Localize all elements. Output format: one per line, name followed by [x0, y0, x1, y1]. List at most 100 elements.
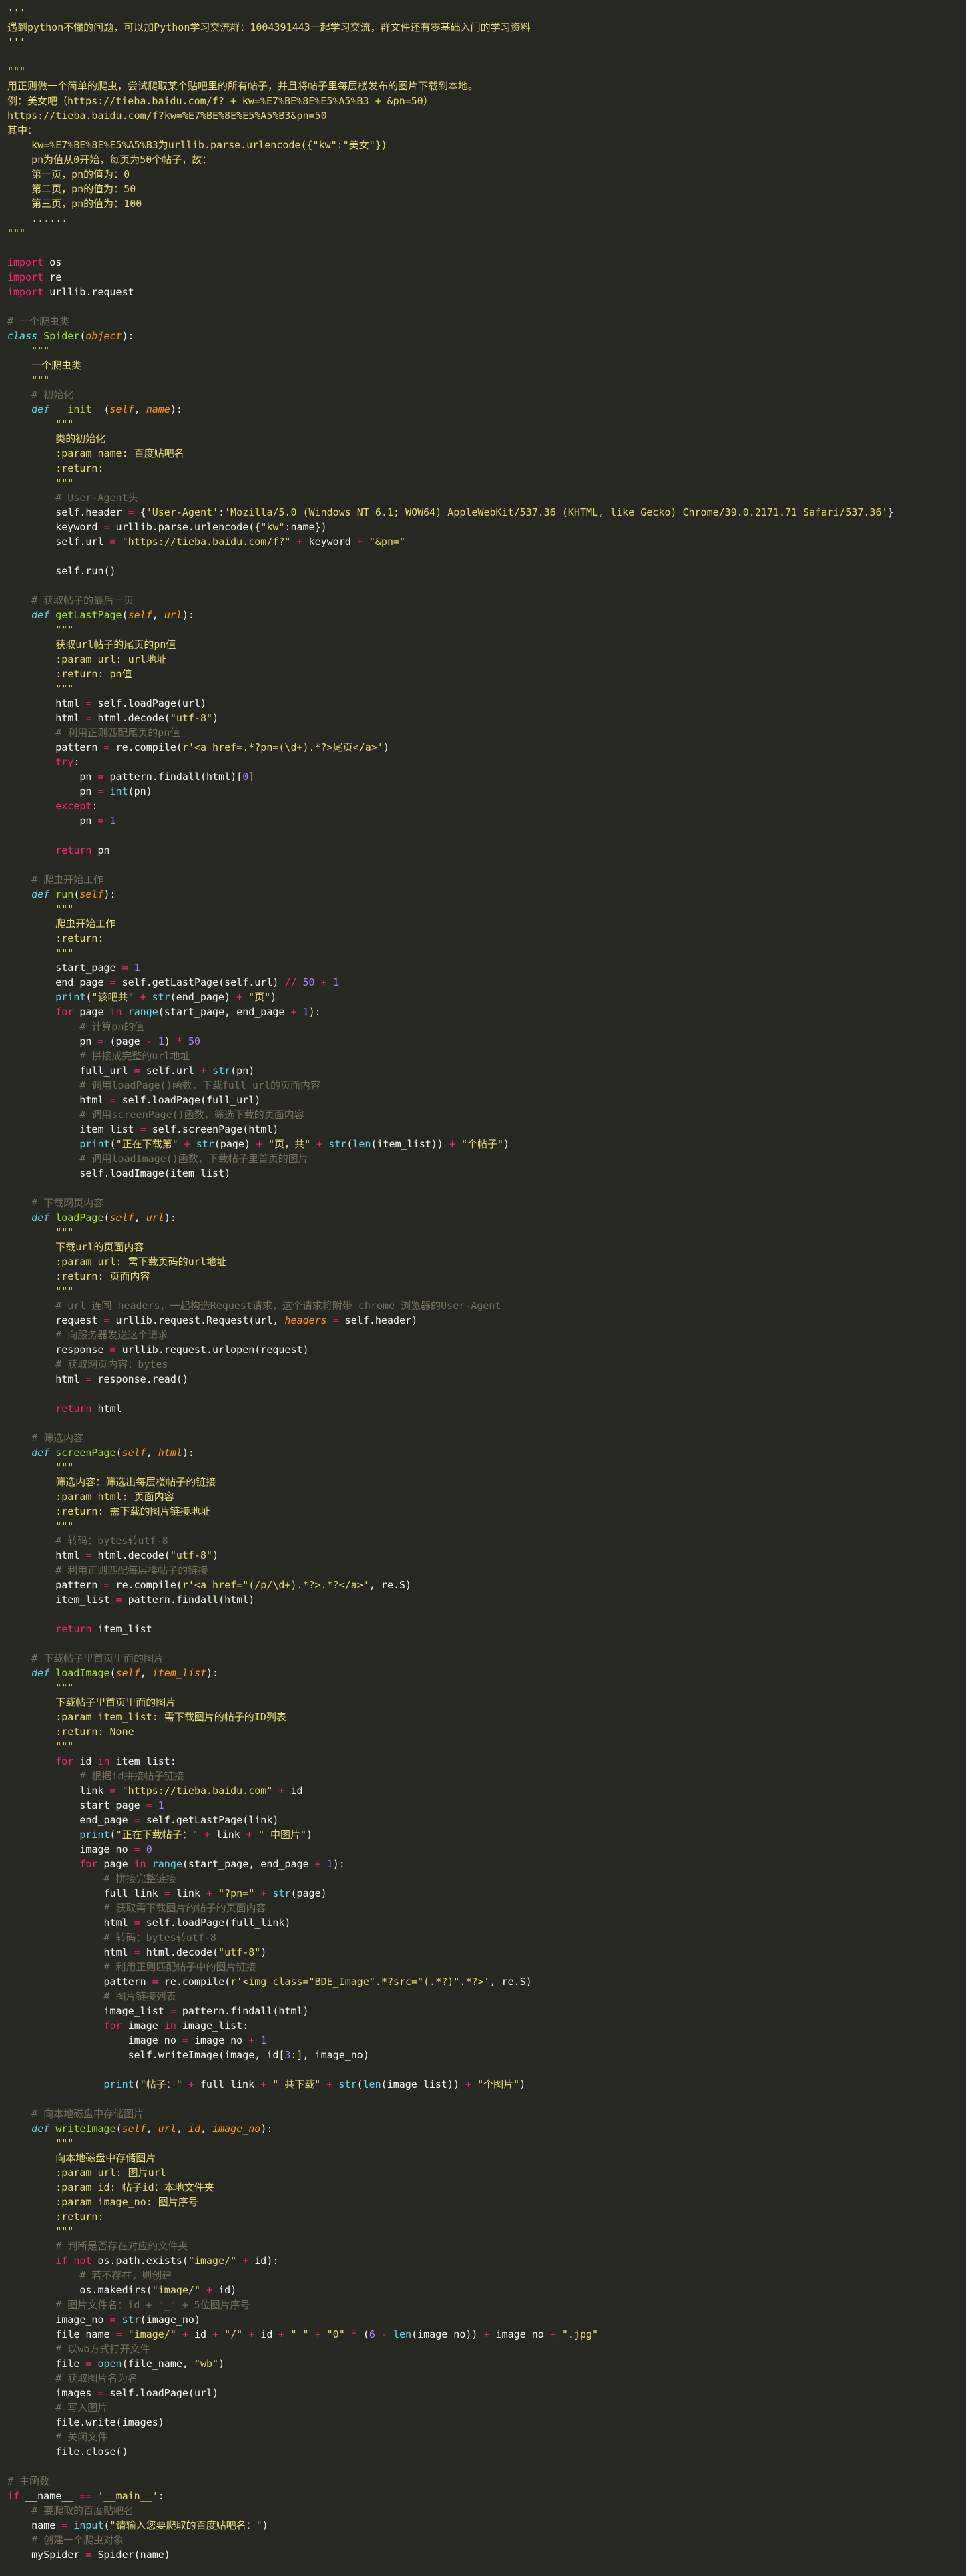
- code-text: :], image_no): [290, 2049, 369, 2061]
- code-line: print("该吧共" + str(end_page) + "页"): [7, 990, 276, 1004]
- code-text: ):: [103, 888, 116, 900]
- code-text: (: [356, 2078, 363, 2090]
- code-text: (page): [290, 1887, 327, 1899]
- code-line: # 获取网页内容：bytes: [7, 1357, 168, 1372]
- code-text: ,: [134, 1212, 146, 1224]
- code-line: image_no = image_no + 1: [7, 2033, 267, 2048]
- comment-token: # 转码：bytes转utf-8: [7, 1535, 168, 1547]
- builtin-token: len: [393, 2328, 412, 2340]
- string-token: 'Mozilla/5.0 (Windows NT 6.1; WOW64) App…: [224, 506, 888, 518]
- comment-token: # 调用loadImage()函数，下载帖子里首页的图片: [7, 1153, 308, 1165]
- comment-token: # 下载帖子里首页里面的图片: [7, 1652, 164, 1664]
- keyword-token: if: [55, 2255, 68, 2267]
- code-line: # 下载网页内容: [7, 1195, 103, 1210]
- keyword-token: =: [134, 1917, 140, 1929]
- code-line: image_no = str(image_no): [7, 2312, 200, 2327]
- code-line: 爬虫开始工作: [7, 916, 115, 931]
- code-text: ): [383, 741, 389, 753]
- code-line: response = urllib.request.urlopen(reques…: [7, 1342, 308, 1357]
- code-text: pn: [7, 785, 98, 797]
- code-text: __name__: [19, 2490, 80, 2502]
- string-token: """: [7, 65, 26, 77]
- code-line: # 下载帖子里首页里面的图片: [7, 1651, 164, 1666]
- keyword-token: return: [55, 1403, 92, 1415]
- string-token: "?pn=": [218, 1887, 255, 1899]
- builtin-token: str: [338, 2078, 357, 2090]
- code-line: # 获取图片名为名: [7, 2371, 138, 2386]
- code-text: (item_list)): [371, 1138, 449, 1150]
- code-editor[interactable]: ''' 遇到python不懂的问题，可以加Python学习交流群：10043914…: [0, 0, 966, 2576]
- code-line: images = self.loadPage(url): [7, 2386, 218, 2400]
- builtin-token: print: [103, 2078, 134, 2090]
- string-token: "_": [290, 2328, 309, 2340]
- keyword-token: return: [55, 1623, 92, 1635]
- comment-token: # 主函数: [7, 2475, 50, 2487]
- builtin-token: str: [212, 1065, 231, 1077]
- code-line: os.makedirs("image/" + id): [7, 2283, 236, 2297]
- code-text: ): [503, 1138, 510, 1150]
- string-token: '__main__': [97, 2490, 158, 2502]
- string-token: """: [7, 227, 26, 239]
- string-token: 其中：: [7, 124, 38, 136]
- code-text: file: [7, 2358, 86, 2370]
- code-text: (page: [103, 1035, 146, 1047]
- code-text: images: [7, 2387, 98, 2399]
- keyword-token: in: [97, 1755, 110, 1767]
- code-line: start_page = 1: [7, 960, 140, 975]
- string-token: " 共下载": [272, 2078, 321, 2090]
- string-token: " 中图片": [258, 1829, 307, 1841]
- string-token: "0": [326, 2328, 345, 2340]
- string-token: "该吧共": [91, 991, 134, 1003]
- keyword-token: =: [128, 506, 134, 518]
- code-line: # 转码：bytes转utf-8: [7, 1533, 168, 1548]
- code-text: , re.S): [369, 1579, 412, 1591]
- keyword-token: =: [61, 2519, 68, 2531]
- code-text: (pn): [128, 785, 152, 797]
- function-name-token: loadImage: [55, 1667, 110, 1679]
- string-token: "/": [224, 2328, 243, 2340]
- keyword-token: +: [242, 2255, 249, 2267]
- keyword-token: =: [97, 2387, 104, 2399]
- keyword-token: ==: [79, 2490, 92, 2502]
- keyword-token: =: [103, 741, 110, 753]
- definition-keyword-token: def: [31, 888, 50, 900]
- code-text: ,: [146, 1447, 158, 1459]
- builtin-token: open: [97, 2358, 122, 2370]
- code-text: ): [218, 2358, 225, 2370]
- parameter-token: self: [109, 1212, 134, 1224]
- code-line: for id in item_list:: [7, 1754, 176, 1769]
- keyword-token: =: [182, 2034, 188, 2046]
- code-line: def loadImage(self, item_list):: [7, 1666, 218, 1680]
- keyword-token: =: [109, 1785, 116, 1797]
- code-text: ):: [260, 2123, 273, 2135]
- comment-token: # 写入图片: [7, 2402, 108, 2414]
- code-line: # 判断是否存在对应的文件夹: [7, 2239, 188, 2253]
- function-name-token: getLastPage: [55, 609, 122, 621]
- code-text: image_no: [7, 1843, 134, 1855]
- keyword-token: import: [7, 271, 44, 283]
- code-text: (: [115, 1447, 122, 1459]
- code-line: # 筛选内容: [7, 1431, 83, 1445]
- code-line: pn = 1: [7, 813, 115, 828]
- code-line: https://tieba.baidu.com/f?kw=%E7%BE%8E%E…: [7, 108, 327, 123]
- code-text: ): [212, 1549, 219, 1561]
- keyword-token: =: [134, 1814, 140, 1826]
- keyword-token: in: [164, 2020, 176, 2032]
- definition-keyword-token: def: [31, 1667, 50, 1679]
- code-line: request = urllib.request.Request(url, he…: [7, 1313, 417, 1328]
- keyword-token: =: [170, 2005, 176, 2017]
- code-text: (: [356, 2328, 369, 2340]
- keyword-token: =: [134, 1946, 140, 1958]
